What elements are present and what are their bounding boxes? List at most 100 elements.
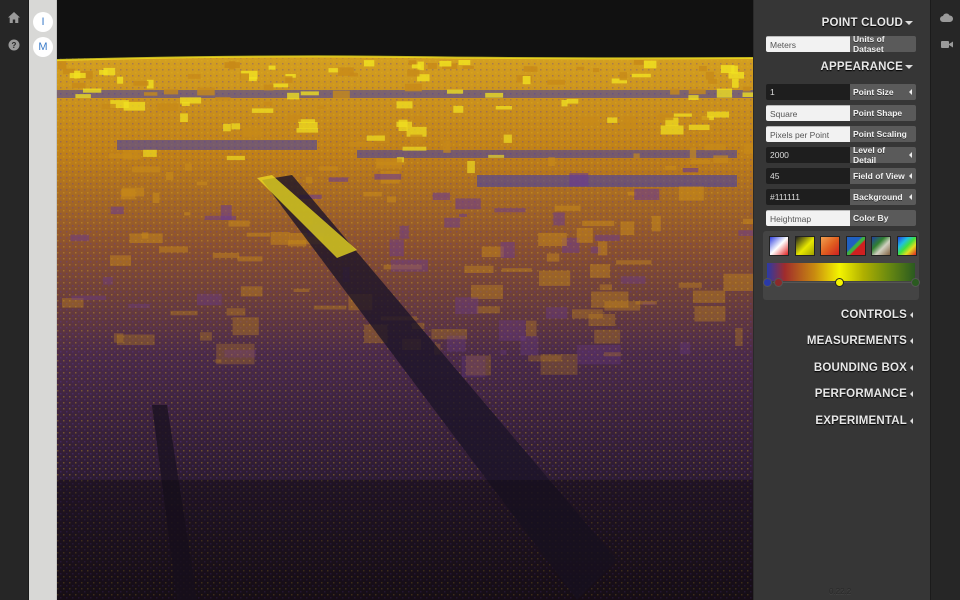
building-points <box>643 60 657 69</box>
appearance-row: Heightmap Color By <box>766 210 916 226</box>
gradient-preset-swatch[interactable] <box>897 236 917 256</box>
section-controls[interactable]: CONTROLS <box>841 309 913 321</box>
building-points <box>231 123 241 130</box>
building-points <box>75 94 91 99</box>
building-points <box>83 88 102 93</box>
building-points <box>212 252 240 258</box>
units-select[interactable]: Meters <box>766 36 850 52</box>
version-label: 0.22.2 <box>829 587 852 596</box>
appearance-value-field[interactable]: Pixels per Point <box>766 126 850 142</box>
building-points <box>742 92 753 97</box>
building-points <box>665 165 677 170</box>
gradient-stop-handle[interactable] <box>910 278 920 287</box>
appearance-value-field[interactable]: Square <box>766 105 850 121</box>
building-points <box>599 284 612 291</box>
building-points <box>364 60 375 67</box>
appearance-label[interactable]: Color By <box>850 210 916 226</box>
section-point-cloud[interactable]: POINT CLOUD <box>822 17 913 29</box>
appearance-label[interactable]: Level of Detail <box>850 145 916 165</box>
appearance-value-field[interactable]: Heightmap <box>766 210 850 226</box>
chevron-down-icon <box>905 65 913 69</box>
section-experimental[interactable]: EXPERIMENTAL <box>815 415 913 427</box>
chevron-left-icon[interactable] <box>909 89 912 95</box>
building-points <box>432 192 450 200</box>
point-cloud-render[interactable] <box>57 0 753 600</box>
building-points <box>634 188 660 200</box>
section-appearance[interactable]: APPEARANCE <box>820 61 913 73</box>
building-points <box>285 76 293 83</box>
building-points <box>240 286 263 297</box>
building-points <box>123 101 146 111</box>
building-points <box>539 270 571 286</box>
building-points <box>743 143 753 155</box>
camera-icon[interactable] <box>940 38 953 50</box>
section-measurements[interactable]: MEASUREMENTS <box>807 335 913 347</box>
appearance-label[interactable]: Point Scaling <box>850 126 916 142</box>
building-points <box>251 108 274 113</box>
building-points <box>417 61 424 71</box>
appearance-row: Square Point Shape <box>766 105 916 121</box>
section-bounding-box[interactable]: BOUNDING BOX <box>814 362 913 374</box>
building-points <box>699 66 707 72</box>
appearance-label[interactable]: Field of View <box>850 168 916 184</box>
chevron-left-icon[interactable] <box>909 152 912 158</box>
gradient-preset-swatch[interactable] <box>846 236 866 256</box>
gradient-preset-swatch[interactable] <box>769 236 789 256</box>
appearance-value-field[interactable]: #111111 <box>766 189 850 205</box>
appearance-value-field[interactable]: 45 <box>766 168 850 184</box>
building-points <box>705 71 715 80</box>
building-points <box>673 113 692 117</box>
cloud-icon[interactable] <box>940 11 953 23</box>
building-points <box>694 306 726 322</box>
chevron-left-icon <box>910 312 913 318</box>
building-points <box>488 154 505 158</box>
building-points <box>387 196 397 203</box>
building-points <box>72 82 86 88</box>
building-points <box>707 111 729 118</box>
gradient-preset-swatch[interactable] <box>871 236 891 256</box>
chevron-left-icon[interactable] <box>909 194 912 200</box>
point-cloud-viewport[interactable] <box>57 0 753 600</box>
tool-strip: I M <box>29 0 57 600</box>
appearance-label-text: Point Scaling <box>853 129 907 139</box>
building-points <box>129 233 163 244</box>
chevron-left-icon[interactable] <box>909 173 912 179</box>
building-points <box>446 335 466 352</box>
building-points <box>70 234 90 242</box>
building-points <box>455 198 481 210</box>
gradient-preset-swatch[interactable] <box>795 236 815 256</box>
home-icon[interactable] <box>7 10 21 24</box>
building-points <box>620 221 635 235</box>
appearance-value-field[interactable]: 1 <box>766 84 850 100</box>
appearance-label[interactable]: Point Shape <box>850 105 916 121</box>
building-points <box>180 97 202 104</box>
building-points <box>180 113 188 122</box>
appearance-row: 2000 Level of Detail <box>766 145 916 165</box>
section-performance[interactable]: PERFORMANCE <box>815 388 913 400</box>
building-points <box>220 205 232 220</box>
building-points <box>576 228 593 243</box>
gradient-stop-handle[interactable] <box>762 278 772 287</box>
gradient-preset-swatch[interactable] <box>820 236 840 256</box>
appearance-value-field[interactable]: 2000 <box>766 147 850 163</box>
building-points <box>500 350 507 355</box>
building-points <box>619 72 628 81</box>
building-points <box>620 276 646 284</box>
building-points <box>196 181 208 186</box>
measure-tool-button[interactable]: M <box>33 37 53 57</box>
building-points <box>215 97 231 101</box>
building-points <box>332 90 350 99</box>
gradient-stop-handle[interactable] <box>774 278 784 287</box>
gradient-stop-handle[interactable] <box>835 278 845 287</box>
inspect-tool-button[interactable]: I <box>33 12 53 32</box>
building-points <box>57 61 67 70</box>
help-icon[interactable]: ? <box>7 38 21 52</box>
building-points <box>467 161 475 174</box>
building-points <box>396 101 413 109</box>
appearance-label[interactable]: Point Size <box>850 84 916 100</box>
appearance-label[interactable]: Background <box>850 189 916 205</box>
building-points <box>716 88 733 98</box>
building-points <box>447 89 464 94</box>
building-points <box>546 307 568 319</box>
gradient-editor <box>762 231 920 300</box>
